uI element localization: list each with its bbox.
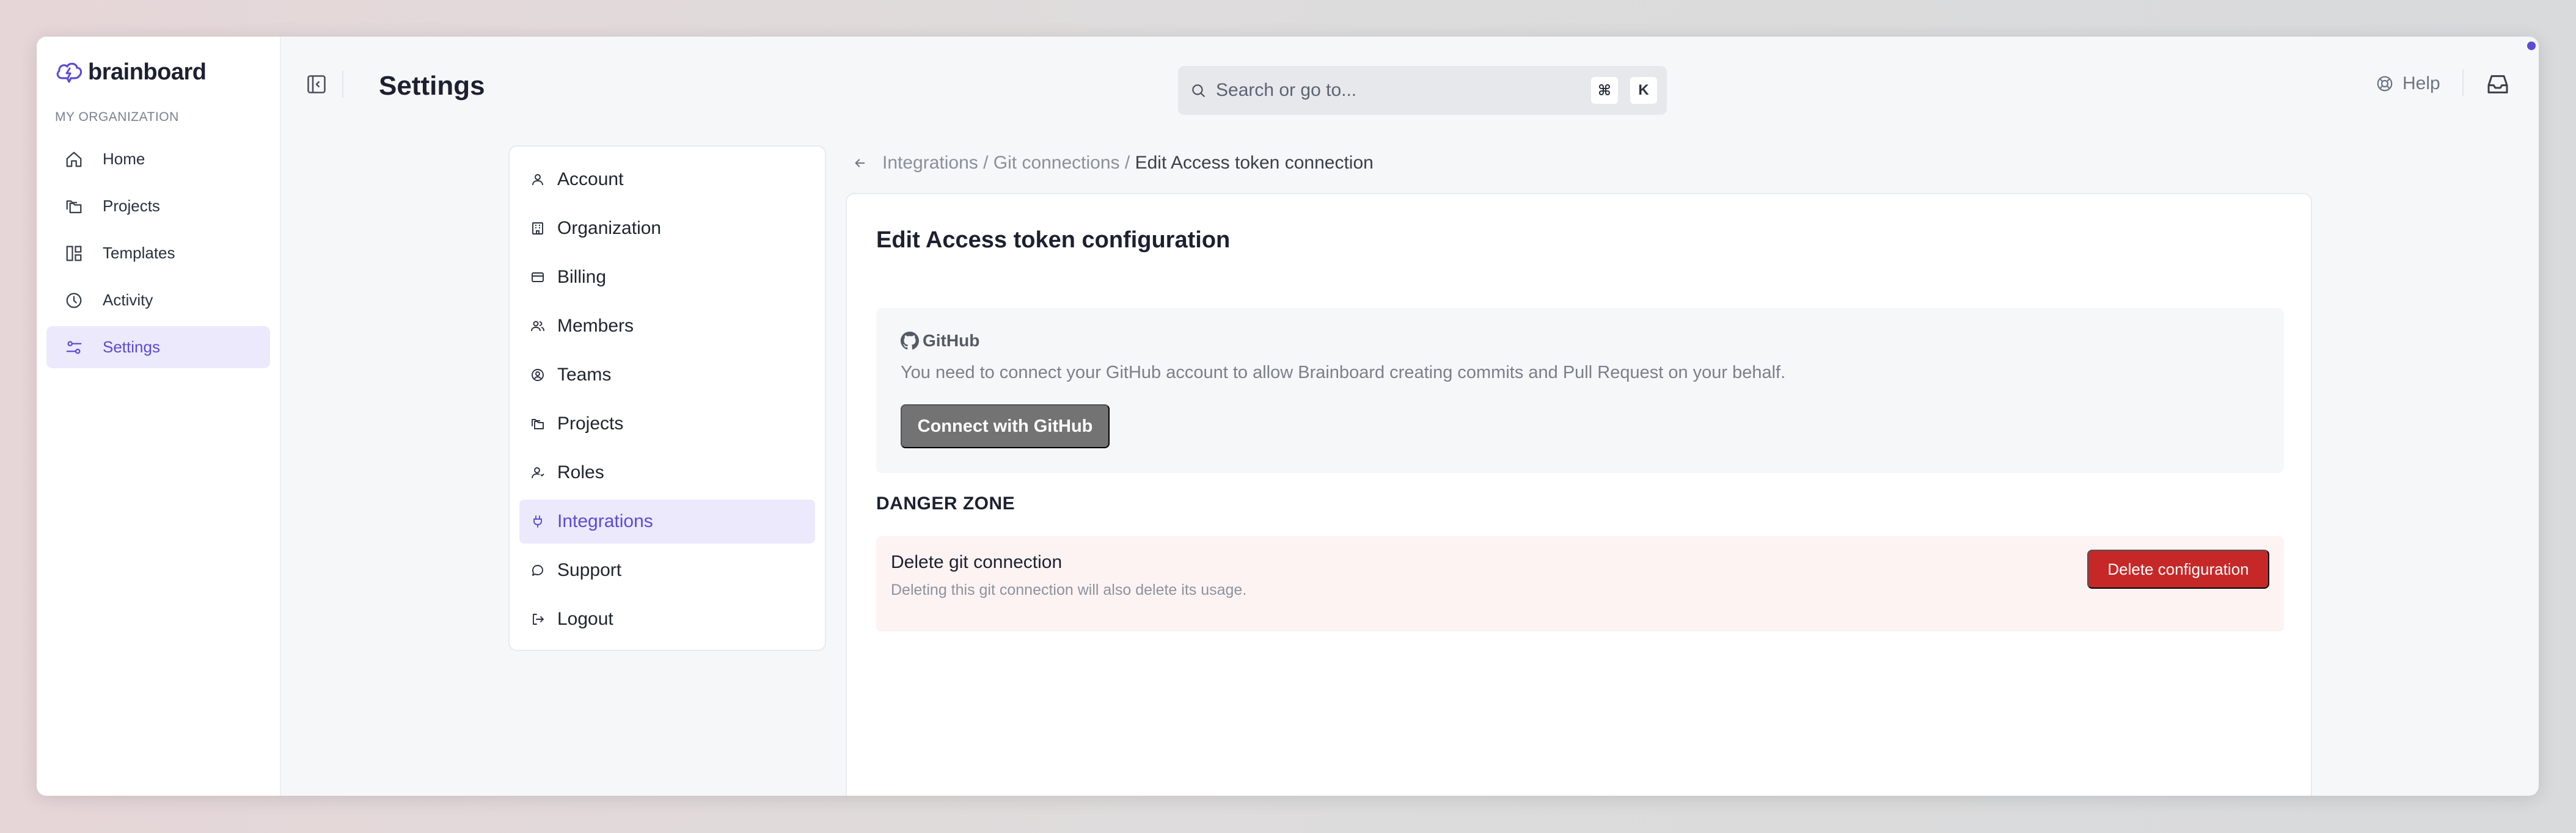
users-icon (529, 318, 546, 335)
github-logo-text: GitHub (923, 331, 980, 350)
notification-dot (2527, 42, 2536, 50)
top-bar: Settings Search or go to... ⌘ K Help (281, 37, 2539, 115)
sidebar-item-label: Activity (103, 291, 153, 309)
danger-zone-panel: Delete git connection Deleting this git … (876, 536, 2284, 631)
github-connect-panel: GitHub You need to connect your GitHub a… (876, 308, 2284, 473)
github-logo: GitHub (901, 331, 979, 351)
settings-item-roles[interactable]: Roles (519, 451, 815, 495)
sidebar-item-settings[interactable]: Settings (46, 326, 270, 368)
clock-icon (64, 290, 84, 311)
connect-github-button[interactable]: Connect with GitHub (901, 404, 1110, 448)
settings-item-billing[interactable]: Billing (519, 255, 815, 299)
breadcrumb-current: Edit Access token connection (1135, 153, 1374, 173)
settings-item-integrations[interactable]: Integrations (519, 500, 815, 544)
header-divider (342, 71, 343, 98)
collapse-sidebar-button[interactable] (306, 73, 327, 95)
sidebar-item-activity[interactable]: Activity (46, 279, 270, 321)
settings-item-organization[interactable]: Organization (519, 206, 815, 250)
shortcut-key-command: ⌘ (1591, 77, 1618, 104)
user-icon (529, 171, 546, 188)
main-area: Settings Search or go to... ⌘ K Help Acc… (281, 37, 2539, 796)
credit-card-icon (529, 269, 546, 286)
sidebar-item-label: Home (103, 150, 145, 168)
inbox-button[interactable] (2486, 72, 2510, 96)
sliders-icon (64, 337, 84, 358)
breadcrumb-links[interactable]: Integrations / Git connections / (882, 153, 1130, 173)
folders-icon (529, 415, 546, 432)
help-label: Help (2402, 73, 2440, 93)
settings-item-support[interactable]: Support (519, 548, 815, 592)
sidebar-item-label: Templates (103, 244, 175, 262)
breadcrumb: Integrations / Git connections / Edit Ac… (853, 153, 1374, 173)
danger-zone-title: DANGER ZONE (876, 493, 1015, 514)
settings-item-label: Support (557, 560, 622, 580)
lifebuoy-icon (2376, 75, 2394, 93)
page-title: Settings (379, 71, 485, 101)
settings-item-label: Teams (557, 365, 612, 385)
sidebar-item-projects[interactable]: Projects (46, 185, 270, 227)
settings-item-label: Projects (557, 413, 624, 434)
edit-configuration-card: Edit Access token configuration GitHub Y… (846, 193, 2312, 796)
logout-icon (529, 611, 546, 628)
settings-item-projects[interactable]: Projects (519, 402, 815, 446)
settings-item-account[interactable]: Account (519, 158, 815, 202)
search-bar[interactable]: Search or go to... ⌘ K (1178, 66, 1667, 115)
settings-item-teams[interactable]: Teams (519, 353, 815, 397)
plug-icon (529, 513, 546, 530)
settings-item-label: Account (557, 169, 624, 189)
github-icon (901, 332, 919, 350)
main-nav: Home Projects Templates Activity Setting… (46, 138, 270, 368)
content-title: Edit Access token configuration (876, 227, 1231, 253)
header-divider-right (2462, 70, 2464, 96)
shortcut-key-k: K (1630, 77, 1657, 104)
brand-logo[interactable]: brainboard (46, 55, 270, 89)
settings-item-label: Integrations (557, 511, 653, 531)
user-role-icon (529, 464, 546, 481)
sidebar-item-label: Settings (103, 338, 160, 356)
layout-icon (64, 243, 84, 264)
main-sidebar: brainboard MY ORGANIZATION Home Projects (37, 37, 281, 796)
settings-item-label: Organization (557, 218, 662, 238)
settings-item-label: Roles (557, 462, 604, 482)
help-button[interactable]: Help (2376, 73, 2440, 94)
search-icon (1190, 82, 1206, 98)
delete-connection-title: Delete git connection (891, 552, 1063, 572)
sidebar-item-home[interactable]: Home (46, 138, 270, 180)
building-icon (529, 220, 546, 237)
sidebar-item-templates[interactable]: Templates (46, 232, 270, 274)
delete-connection-description: Deleting this git connection will also d… (891, 581, 1247, 598)
team-icon (529, 366, 546, 384)
delete-configuration-button[interactable]: Delete configuration (2087, 550, 2269, 589)
settings-menu: Account Organization Billing Members Tea… (508, 145, 826, 651)
github-description: You need to connect your GitHub account … (901, 363, 1786, 382)
sidebar-toggle-icon (306, 73, 327, 95)
folders-icon (64, 196, 84, 217)
settings-item-members[interactable]: Members (519, 304, 815, 348)
settings-item-logout[interactable]: Logout (519, 597, 815, 641)
chat-icon (529, 562, 546, 579)
app-window: brainboard MY ORGANIZATION Home Projects (37, 37, 2539, 796)
brand-name: brainboard (88, 59, 207, 85)
settings-item-label: Logout (557, 609, 613, 629)
settings-item-label: Members (557, 316, 634, 336)
settings-item-label: Billing (557, 267, 607, 287)
brainboard-logo-icon (55, 60, 83, 84)
sidebar-item-label: Projects (103, 197, 160, 215)
back-arrow-icon[interactable] (853, 156, 866, 170)
organization-section-label: MY ORGANIZATION (55, 110, 179, 124)
search-placeholder: Search or go to... (1216, 80, 1357, 100)
inbox-icon (2486, 72, 2510, 96)
home-icon (64, 149, 84, 170)
